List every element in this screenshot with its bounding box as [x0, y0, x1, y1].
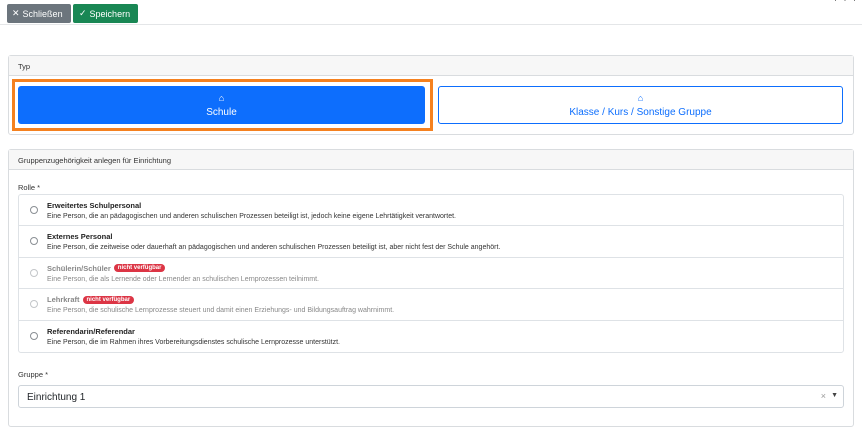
toolbar-overflow-icons[interactable]: · · · — [834, 0, 858, 5]
not-available-badge: nicht verfügbar — [113, 264, 166, 273]
role-description: Eine Person, die als Lernende oder Lerne… — [47, 275, 319, 283]
type-card: Typ ⌂ Schule ⌂ Klasse / Kurs / Sonstige … — [8, 55, 854, 135]
role-title: Lehrkraft — [47, 295, 80, 305]
group-label: Gruppe * — [18, 370, 49, 379]
check-icon: ✓ — [79, 8, 87, 18]
role-title-row: Schülerin/Schüler nicht verfügbar — [47, 263, 166, 273]
save-button[interactable]: ✓ Speichern — [73, 4, 138, 23]
save-button-label: Speichern — [89, 8, 131, 19]
clear-icon[interactable]: × — [821, 391, 826, 401]
home-icon: ⌂ — [218, 92, 225, 103]
close-button-label: Schließen — [22, 8, 63, 19]
role-title-row: Lehrkraft nicht verfügbar — [47, 295, 135, 305]
role-radio[interactable] — [30, 237, 38, 246]
type-card-header: Typ — [9, 56, 853, 76]
toolbar: ✕ Schließen ✓ Speichern · · · — [0, 0, 862, 25]
type-option-schule-button[interactable]: ⌂ Schule — [18, 86, 425, 124]
role-title: Erweitertes Schulpersonal — [47, 201, 142, 210]
group-select-value: Einrichtung 1 — [27, 392, 86, 403]
type-option-klasse-button[interactable]: ⌂ Klasse / Kurs / Sonstige Gruppe — [438, 86, 843, 124]
role-radio — [30, 268, 38, 277]
role-description: Eine Person, die im Rahmen ihres Vorbere… — [47, 338, 340, 346]
role-list: Erweitertes Schulpersonal Eine Person, d… — [18, 194, 844, 353]
role-item-externes-personal[interactable]: Externes Personal Eine Person, die zeitw… — [19, 226, 843, 258]
role-title: Referendarin/Referendar — [47, 326, 135, 336]
type-option-label: Klasse / Kurs / Sonstige Gruppe — [569, 106, 712, 118]
role-description: Eine Person, die an pädagogischen und an… — [47, 213, 456, 220]
type-option-label: Schule — [206, 106, 237, 118]
role-radio — [30, 300, 38, 309]
role-radio[interactable] — [30, 206, 38, 214]
role-radio[interactable] — [30, 331, 38, 340]
role-item-referendar[interactable]: Referendarin/Referendar Eine Person, die… — [19, 321, 843, 352]
role-item-schueler: Schülerin/Schüler nicht verfügbar Eine P… — [19, 258, 843, 290]
role-title: Externes Personal — [47, 232, 113, 242]
role-title-row: Erweitertes Schulpersonal — [47, 201, 141, 210]
role-item-erweitertes-schulpersonal[interactable]: Erweitertes Schulpersonal Eine Person, d… — [19, 195, 843, 227]
role-title-row: Referendarin/Referendar — [47, 327, 135, 336]
membership-card: Gruppenzugehörigkeit anlegen für Einrich… — [8, 149, 854, 427]
not-available-badge: nicht verfügbar — [82, 295, 135, 304]
role-item-lehrkraft: Lehrkraft nicht verfügbar Eine Person, d… — [19, 289, 843, 321]
role-title-row: Externes Personal — [47, 232, 112, 241]
role-description: Eine Person, die schulische Lernprozesse… — [47, 307, 395, 315]
chevron-down-icon[interactable]: ▼ — [831, 392, 838, 399]
role-label: Rolle * — [18, 183, 41, 192]
membership-card-header: Gruppenzugehörigkeit anlegen für Einrich… — [9, 150, 853, 170]
close-icon: ✕ — [12, 8, 20, 18]
close-button[interactable]: ✕ Schließen — [7, 4, 71, 23]
group-select[interactable]: Einrichtung 1 × ▼ — [18, 385, 844, 408]
graduation-cap-icon: ⌂ — [637, 92, 644, 103]
role-title: Schülerin/Schüler — [47, 263, 111, 273]
role-description: Eine Person, die zeitweise oder dauerhaf… — [47, 244, 501, 252]
